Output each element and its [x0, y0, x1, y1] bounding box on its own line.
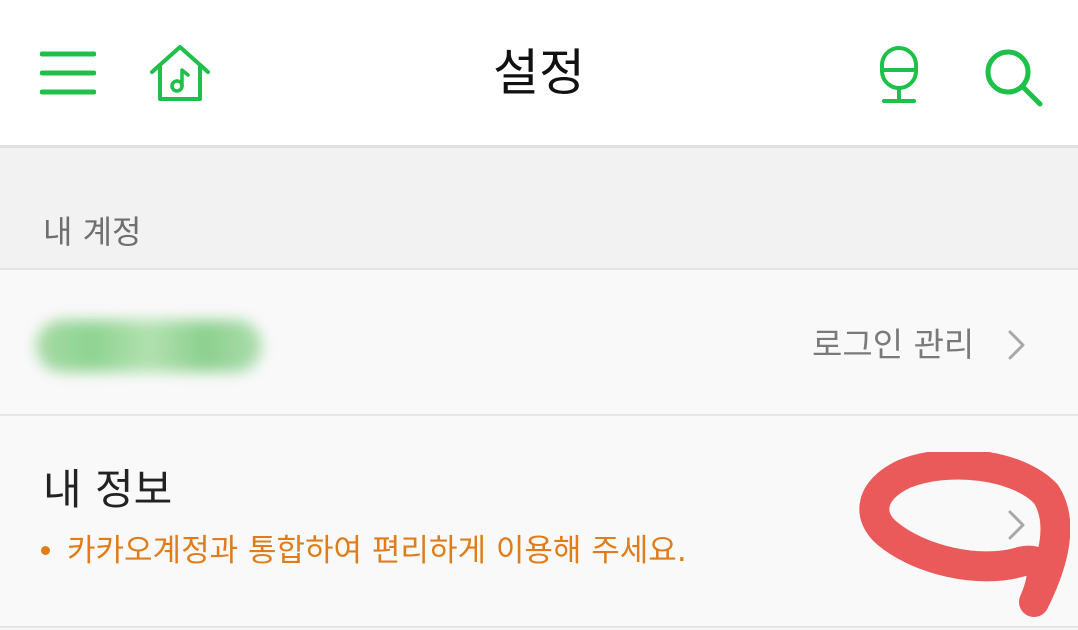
search-icon[interactable]	[982, 46, 1044, 108]
red-circle-annotation	[859, 452, 1070, 617]
login-manage-link[interactable]: 로그인 관리	[812, 320, 974, 370]
section-label-my-account: 내 계정	[43, 213, 142, 251]
top-app-bar: 설정	[0, 0, 1078, 148]
section-header	[0, 148, 1078, 270]
bullet-dot	[41, 546, 50, 555]
kakao-account-notice: 카카오계정과 통합하여 편리하게 이용해 주세요.	[67, 533, 687, 569]
microphone-icon[interactable]	[874, 44, 924, 108]
blurred-account-id	[36, 320, 262, 372]
my-info-title: 내 정보	[43, 465, 173, 514]
chevron-right-icon	[1006, 328, 1028, 362]
